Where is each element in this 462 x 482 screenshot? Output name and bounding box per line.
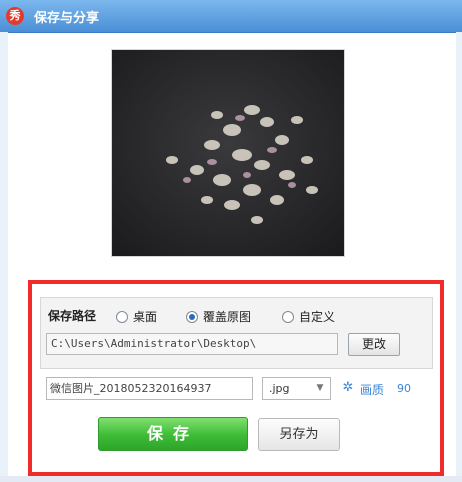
radio-desktop-label: 桌面	[133, 310, 158, 324]
file-name-input[interactable]: 微信图片_20180523201649​37	[46, 377, 253, 400]
chevron-down-icon: ▼	[316, 383, 324, 393]
radio-custom-indicator	[282, 310, 294, 323]
quality-value: 90	[397, 382, 411, 395]
app-logo-icon: 秀	[6, 7, 24, 25]
radio-desktop[interactable]: 桌面	[116, 308, 157, 325]
save-path-label: 保存路径	[48, 309, 97, 323]
save-button[interactable]: 保存	[98, 417, 248, 451]
file-extension-value: .jpg	[269, 382, 290, 395]
window-right-edge	[456, 32, 462, 482]
gear-icon[interactable]: ✲	[341, 381, 355, 395]
quality-link[interactable]: 画质	[360, 381, 384, 398]
window-title: 保存与分享	[34, 11, 100, 26]
save-path-field[interactable]: C:\Users\Administrator\Desktop\	[46, 333, 338, 355]
radio-overwrite-original[interactable]: 覆盖原图	[186, 308, 251, 325]
radio-custom[interactable]: 自定义	[282, 308, 335, 325]
save-as-button[interactable]: 另存为	[258, 418, 340, 451]
photo-preview-image	[112, 50, 344, 256]
title-bar: 秀 保存与分享	[0, 0, 462, 33]
file-extension-select[interactable]: .jpg ▼	[262, 377, 331, 400]
radio-overwrite-label: 覆盖原图	[203, 310, 252, 324]
radio-overwrite-indicator	[186, 310, 198, 323]
change-path-button[interactable]: 更改	[348, 333, 400, 356]
window-left-edge	[0, 32, 8, 482]
photo-preview	[111, 49, 345, 257]
radio-desktop-indicator	[116, 310, 128, 323]
window-bottom-edge	[0, 476, 462, 482]
radio-custom-label: 自定义	[299, 310, 336, 324]
